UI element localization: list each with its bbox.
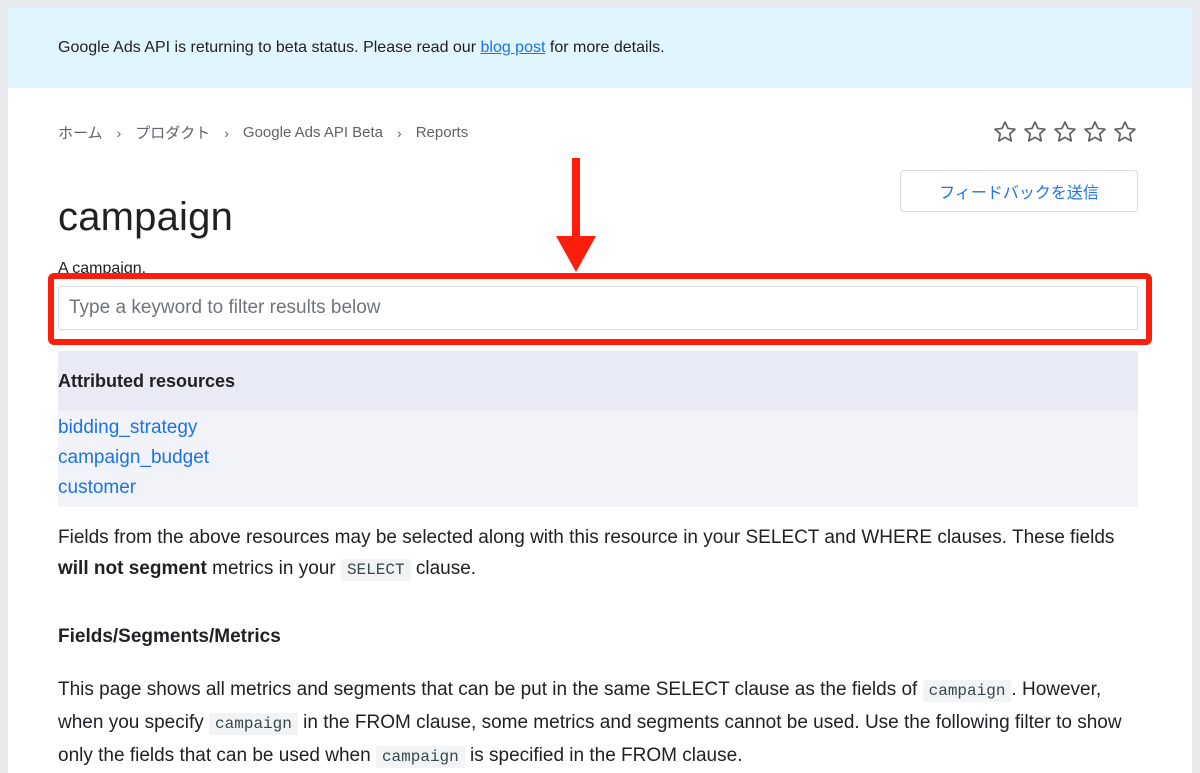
section-text: is specified in the FROM clause.	[464, 745, 743, 766]
code-campaign: campaign	[209, 713, 298, 735]
resource-link-campaign-budget[interactable]: campaign_budget	[58, 443, 1138, 473]
annotation-arrow	[556, 158, 596, 272]
star-outline-icon[interactable]	[1022, 119, 1048, 145]
breadcrumb-home[interactable]: ホーム	[58, 122, 103, 143]
code-campaign: campaign	[375, 746, 465, 768]
star-outline-icon[interactable]	[1052, 119, 1078, 145]
banner-text: Google Ads API is returning to beta stat…	[58, 39, 665, 57]
page-title: campaign	[58, 194, 234, 239]
fields-note-text: Fields from the above resources may be s…	[58, 527, 1115, 548]
docs-page: Google Ads API is returning to beta stat…	[8, 8, 1192, 773]
breadcrumb: ホーム › プロダクト › Google Ads API Beta › Repo…	[58, 122, 468, 143]
section-paragraph: This page shows all metrics and segments…	[58, 674, 1138, 773]
chevron-right-icon: ›	[116, 124, 122, 141]
blog-post-link[interactable]: blog post	[480, 39, 545, 56]
star-outline-icon[interactable]	[1082, 119, 1108, 145]
fields-note-paragraph: Fields from the above resources may be s…	[58, 522, 1138, 586]
announcement-banner: Google Ads API is returning to beta stat…	[8, 8, 1192, 88]
banner-text-after: for more details.	[545, 39, 665, 56]
code-campaign: campaign	[922, 680, 1012, 702]
breadcrumb-products[interactable]: プロダクト	[135, 122, 210, 143]
send-feedback-button[interactable]: フィードバックを送信	[900, 170, 1138, 212]
code-select: SELECT	[340, 559, 411, 581]
banner-text-before: Google Ads API is returning to beta stat…	[58, 39, 481, 56]
breadcrumb-reports[interactable]: Reports	[416, 124, 469, 141]
attributed-resources-heading-text: Attributed resources	[58, 370, 236, 391]
attributed-resources-table: Attributed resources bidding_strategy ca…	[58, 351, 1138, 507]
fields-note-text: metrics in your	[206, 558, 341, 579]
keyword-filter-input[interactable]	[58, 286, 1138, 330]
star-outline-icon[interactable]	[1112, 119, 1138, 145]
attributed-resources-list: bidding_strategy campaign_budget custome…	[58, 411, 1138, 507]
chevron-right-icon: ›	[397, 124, 402, 141]
page-rating	[992, 119, 1138, 145]
attributed-resources-heading: Attributed resources	[58, 351, 1138, 411]
star-outline-icon[interactable]	[992, 119, 1018, 145]
fields-note-bold: will not segment	[58, 558, 207, 579]
chevron-right-icon: ›	[224, 124, 229, 141]
section-heading: Fields/Segments/Metrics	[58, 626, 281, 647]
fields-note-text: clause.	[410, 558, 477, 579]
resource-link-customer[interactable]: customer	[58, 473, 1138, 503]
section-text: This page shows all metrics and segments…	[58, 679, 923, 700]
breadcrumb-google-ads-api-beta[interactable]: Google Ads API Beta	[243, 124, 383, 141]
resource-link-bidding-strategy[interactable]: bidding_strategy	[58, 413, 1138, 443]
